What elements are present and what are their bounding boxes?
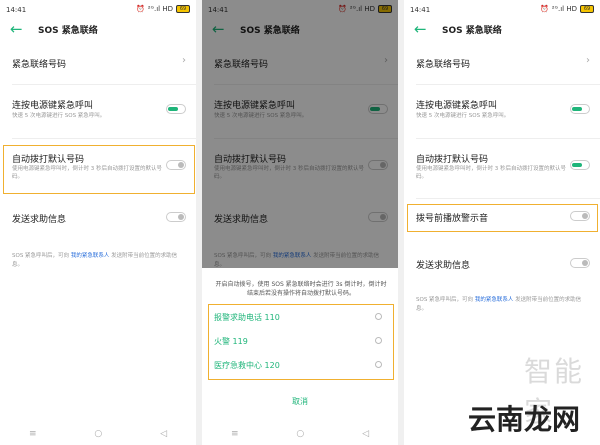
signal-indicator: ²ᴳ.ıl HD	[147, 5, 173, 13]
back-icon[interactable]: ◁	[160, 429, 167, 439]
divider	[416, 84, 600, 85]
divider	[12, 138, 196, 139]
alarm-icon: ⏰	[136, 5, 145, 13]
emergency-contact-label: 紧急联络号码	[416, 60, 471, 70]
auto-dial-bottom-sheet: 开启自动拨号，使用 SOS 紧急联络时会进行 3s 倒计时，倒计时结束后若没有操…	[202, 268, 398, 445]
signal-indicator: ²ᴳ.ıl HD	[551, 5, 577, 13]
highlight-box	[208, 304, 394, 380]
page-title: SOS 紧急联络	[38, 26, 98, 36]
nav-bar: ≡ ○ ◁	[0, 423, 196, 445]
power-button-call-desc: 快速 5 次电源键进行 SOS 紧急呼叫。	[12, 113, 106, 119]
emergency-contacts-link[interactable]: 我的紧急联系人	[71, 253, 110, 259]
battery-icon: 69	[176, 5, 190, 13]
power-button-call-label: 连按电源键紧急呼叫	[12, 101, 94, 111]
power-button-call-label: 连按电源键紧急呼叫	[416, 101, 498, 111]
status-right: ⏰ ²ᴳ.ıl HD 69	[136, 5, 190, 13]
send-help-toggle[interactable]	[166, 212, 186, 222]
battery-icon: 69	[580, 5, 594, 13]
alarm-icon: ⏰	[540, 5, 549, 13]
send-help-label: 发送求助信息	[416, 261, 471, 271]
status-bar: 14:41 ⏰ ²ᴳ.ıl HD 69	[0, 4, 196, 18]
back-icon[interactable]: ◁	[362, 429, 369, 439]
power-button-call-row: 连按电源键紧急呼叫 快速 5 次电源键进行 SOS 紧急呼叫。	[404, 96, 600, 132]
modal-backdrop[interactable]	[202, 0, 398, 268]
auto-dial-toggle[interactable]	[570, 160, 590, 170]
power-button-call-row: 连按电源键紧急呼叫 快速 5 次电源键进行 SOS 紧急呼叫。	[0, 96, 196, 132]
power-button-call-toggle[interactable]	[166, 104, 186, 114]
emergency-contact-row[interactable]: 紧急联络号码 ›	[404, 52, 600, 76]
highlight-box	[3, 145, 195, 194]
power-button-call-desc: 快速 5 次电源键进行 SOS 紧急呼叫。	[416, 113, 510, 119]
back-arrow-icon[interactable]: ←	[414, 21, 427, 37]
home-icon[interactable]: ○	[94, 429, 102, 439]
auto-dial-label: 自动拨打默认号码	[416, 155, 489, 165]
send-help-row: 发送求助信息	[0, 208, 196, 230]
phone-screen-2: 14:41 ⏰ ²ᴳ.ıl HD 69 ← SOS 紧急联络 紧急联络号码 › …	[202, 0, 398, 445]
status-bar: 14:41 ⏰ ²ᴳ.ıl HD 69	[404, 4, 600, 18]
divider	[12, 84, 196, 85]
status-right: ⏰ ²ᴳ.ıl HD 69	[540, 5, 594, 13]
phone-screen-1: 14:41 ⏰ ²ᴳ.ıl HD 69 ← SOS 紧急联络 紧急联络号码 › …	[0, 0, 196, 445]
sheet-message: 开启自动拨号，使用 SOS 紧急联络时会进行 3s 倒计时，倒计时结束后若没有操…	[215, 281, 387, 297]
footer-prefix: SOS 紧急呼叫后，可向	[12, 253, 70, 259]
highlight-box	[407, 204, 598, 232]
cancel-button[interactable]: 取消	[202, 396, 398, 407]
footer-note: SOS 紧急呼叫后，可向 我的紧急联系人 发送附带当前位置的求助信息。	[12, 252, 186, 270]
send-help-toggle[interactable]	[570, 258, 590, 268]
footer-prefix: SOS 紧急呼叫后，可向	[416, 297, 474, 303]
emergency-contact-row[interactable]: 紧急联络号码 ›	[0, 52, 196, 76]
back-arrow-icon[interactable]: ←	[10, 21, 23, 37]
phone-screen-3: 14:41 ⏰ ²ᴳ.ıl HD 69 ← SOS 紧急联络 紧急联络号码 › …	[404, 0, 600, 445]
nav-bar: ≡ ○ ◁	[202, 423, 398, 445]
power-button-call-toggle[interactable]	[570, 104, 590, 114]
chevron-right-icon: ›	[182, 55, 186, 66]
chevron-right-icon: ›	[586, 55, 590, 66]
status-time: 14:41	[410, 6, 431, 14]
send-help-row: 发送求助信息	[404, 254, 600, 276]
auto-dial-desc: 使用电源键紧急呼叫时，倒计时 3 秒后自动拨打设置的默认号码。	[416, 166, 566, 180]
send-help-label: 发送求助信息	[12, 215, 67, 225]
auto-dial-row: 自动拨打默认号码 使用电源键紧急呼叫时，倒计时 3 秒后自动拨打设置的默认号码。	[404, 150, 600, 190]
footer-note: SOS 紧急呼叫后，可向 我的紧急联系人 发送附带当前位置的求助信息。	[416, 296, 590, 314]
watermark-logo: 云南龙网	[468, 403, 581, 436]
emergency-contacts-link[interactable]: 我的紧急联系人	[475, 297, 514, 303]
title-bar: ← SOS 紧急联络	[0, 20, 196, 40]
status-time: 14:41	[6, 6, 27, 14]
divider	[416, 198, 600, 199]
screenshot-collage: 14:41 ⏰ ²ᴳ.ıl HD 69 ← SOS 紧急联络 紧急联络号码 › …	[0, 0, 600, 445]
home-icon[interactable]: ○	[296, 429, 304, 439]
divider	[416, 138, 600, 139]
menu-icon[interactable]: ≡	[29, 429, 37, 439]
title-bar: ← SOS 紧急联络	[404, 20, 600, 40]
emergency-contact-label: 紧急联络号码	[12, 60, 67, 70]
page-title: SOS 紧急联络	[442, 26, 502, 36]
menu-icon[interactable]: ≡	[231, 429, 239, 439]
